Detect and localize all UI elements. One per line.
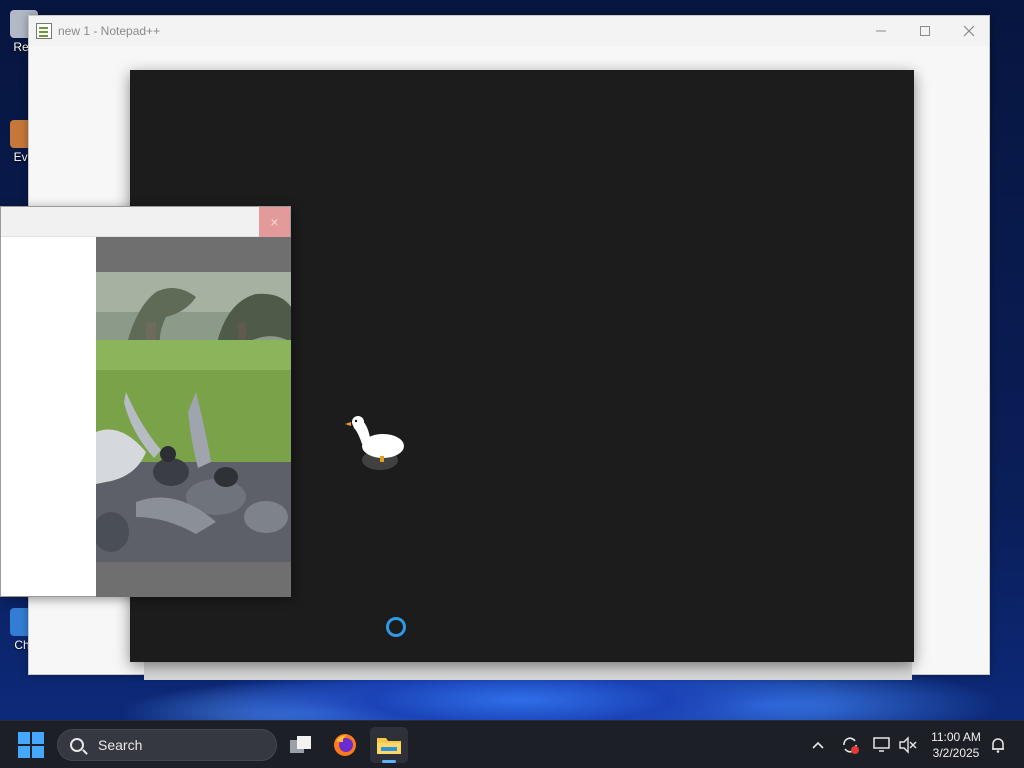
close-icon xyxy=(963,25,975,37)
taskbar-clock[interactable]: 11:00 AM 3/2/2025 xyxy=(924,729,988,761)
task-view-icon xyxy=(290,736,311,753)
tray-network[interactable] xyxy=(870,733,894,757)
overlay-window-shadow xyxy=(144,660,912,680)
sync-icon xyxy=(843,737,859,754)
maximize-icon xyxy=(920,26,930,36)
start-button[interactable] xyxy=(18,732,44,758)
clock-time: 11:00 AM xyxy=(931,730,981,744)
close-icon: × xyxy=(270,214,279,230)
maximize-button[interactable] xyxy=(903,16,947,46)
popup-titlebar[interactable]: × xyxy=(1,207,290,237)
notepad-window-title: new 1 - Notepad++ xyxy=(58,24,161,38)
loading-spinner xyxy=(386,617,406,637)
windows-logo-icon xyxy=(18,732,30,744)
clock-date: 3/2/2025 xyxy=(932,746,980,760)
firefox-icon xyxy=(334,734,356,756)
network-icon xyxy=(873,737,890,752)
goose-sprite[interactable] xyxy=(338,410,408,474)
search-label: Search xyxy=(98,737,143,753)
folder-icon xyxy=(377,738,401,754)
taskbar-search-box[interactable]: Search xyxy=(57,729,277,761)
pigeon-popup-window[interactable]: × xyxy=(0,206,291,597)
minimize-button[interactable] xyxy=(859,16,903,46)
popup-close-button[interactable]: × xyxy=(259,207,290,237)
tray-sync-status[interactable] xyxy=(838,733,862,757)
show-hidden-icons-button[interactable] xyxy=(806,733,830,757)
taskbar: Search 11:00 AM 3/2/2025 xyxy=(0,720,1024,768)
tray-volume[interactable] xyxy=(896,733,920,757)
active-app-indicator xyxy=(382,760,396,763)
chevron-up-icon xyxy=(812,741,824,749)
minimize-icon xyxy=(876,30,886,32)
notepad-app-icon xyxy=(36,23,52,39)
popup-media-area xyxy=(96,237,291,597)
notepad-titlebar[interactable]: new 1 - Notepad++ xyxy=(29,16,989,46)
volume-muted-icon xyxy=(899,736,917,754)
taskbar-task-view[interactable] xyxy=(282,727,320,763)
close-button[interactable] xyxy=(947,16,991,46)
taskbar-file-explorer[interactable] xyxy=(370,727,408,763)
pigeons-in-park-photo xyxy=(96,272,291,562)
notification-bell-icon xyxy=(992,738,1004,753)
search-icon xyxy=(70,738,84,752)
notifications-button[interactable] xyxy=(986,733,1010,757)
taskbar-firefox[interactable] xyxy=(326,727,364,763)
